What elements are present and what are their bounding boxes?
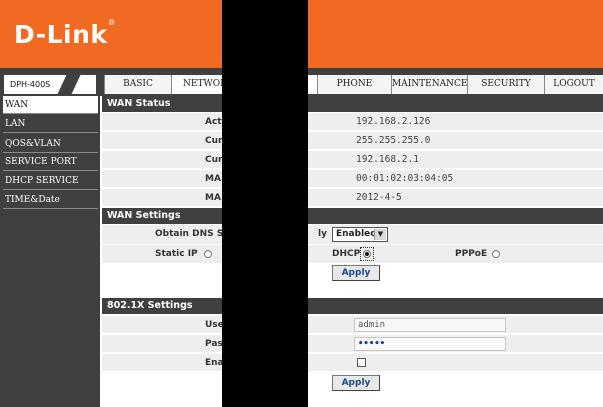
row-label: Act: [205, 117, 222, 127]
wan-status-row: Act 192.168.2.126: [102, 113, 603, 131]
wan-apply-button[interactable]: Apply: [332, 265, 380, 281]
obtain-dns-select[interactable]: Enabled ▼: [332, 227, 388, 242]
sidebar-item-lan[interactable]: LAN: [3, 115, 98, 133]
password-input[interactable]: •••••: [354, 337, 506, 351]
pppoe-radio[interactable]: [492, 250, 500, 258]
pppoe-label: PPPoE: [455, 249, 488, 259]
redaction-bar: [222, 0, 308, 407]
sidebar-item-dhcp-service[interactable]: DHCP SERVICE: [3, 172, 98, 190]
slash-decoration: [57, 74, 81, 95]
static-ip-label: Static IP: [155, 249, 198, 259]
dot1x-password-row: Pas •••••: [102, 335, 603, 353]
tab-security[interactable]: SECURITY: [467, 75, 544, 94]
row-label: MA: [205, 193, 221, 203]
row-value: 2012-4-5: [356, 192, 402, 203]
dlink-logo: D-Link®: [14, 18, 117, 49]
row-label: Cur: [205, 155, 223, 165]
wan-status-row: MA 2012-4-5: [102, 189, 603, 207]
row-label: MA: [205, 174, 221, 184]
obtain-dns-label: Obtain DNS Se: [155, 229, 230, 239]
sidebar-item-time-date[interactable]: TIME&Date: [3, 191, 98, 209]
row-label: Cur: [205, 136, 223, 146]
sidebar-item-qos-vlan[interactable]: QOS&VLAN: [3, 135, 98, 153]
wan-status-row: Cur 192.168.2.1: [102, 151, 603, 169]
wan-settings-header: WAN Settings: [102, 208, 603, 224]
wan-status-row: Cur 255.255.255.0: [102, 132, 603, 150]
tab-phone[interactable]: PHONE: [317, 75, 391, 94]
tab-basic[interactable]: BASIC: [104, 75, 171, 94]
dot1x-enable-row: Ena: [102, 354, 603, 372]
row-value: 255.255.255.0: [356, 135, 431, 146]
dot1x-settings-header: 802.1X Settings: [102, 298, 603, 314]
wan-status-header: WAN Status: [102, 96, 603, 112]
dns-row: Obtain DNS Se ly Enabled ▼: [102, 225, 603, 245]
sidebar: WAN LAN QOS&VLAN SERVICE PORT DHCP SERVI…: [0, 96, 100, 407]
sidebar-item-wan[interactable]: WAN: [3, 96, 98, 114]
enable-label: Ena: [205, 358, 224, 368]
dhcp-radio[interactable]: [363, 250, 371, 258]
row-value: 192.168.2.1: [356, 154, 419, 165]
row-value: 192.168.2.126: [356, 116, 431, 127]
dot1x-user-row: Use admin: [102, 316, 603, 334]
user-input[interactable]: admin: [354, 318, 506, 332]
model-badge: DPH-400S: [4, 74, 96, 95]
dot1x-apply-button[interactable]: Apply: [332, 375, 380, 391]
enable-checkbox[interactable]: [357, 358, 366, 367]
tab-logout[interactable]: LOGOUT: [544, 75, 603, 94]
dhcp-label: DHCP: [332, 249, 361, 259]
tab-maintenance[interactable]: MAINTENANCE: [391, 75, 467, 94]
user-label: Use: [205, 320, 224, 330]
wan-status-row: MA 00:01:02:03:04:05: [102, 170, 603, 188]
chevron-down-icon: ▼: [374, 229, 386, 240]
password-label: Pas: [205, 339, 223, 349]
sidebar-item-service-port[interactable]: SERVICE PORT: [3, 153, 98, 171]
static-ip-radio[interactable]: [204, 250, 212, 258]
connection-type-row: Static IP DHCP PPPoE: [102, 245, 603, 264]
obtain-dns-label-tail: ly: [318, 229, 327, 239]
row-value: 00:01:02:03:04:05: [356, 173, 454, 184]
